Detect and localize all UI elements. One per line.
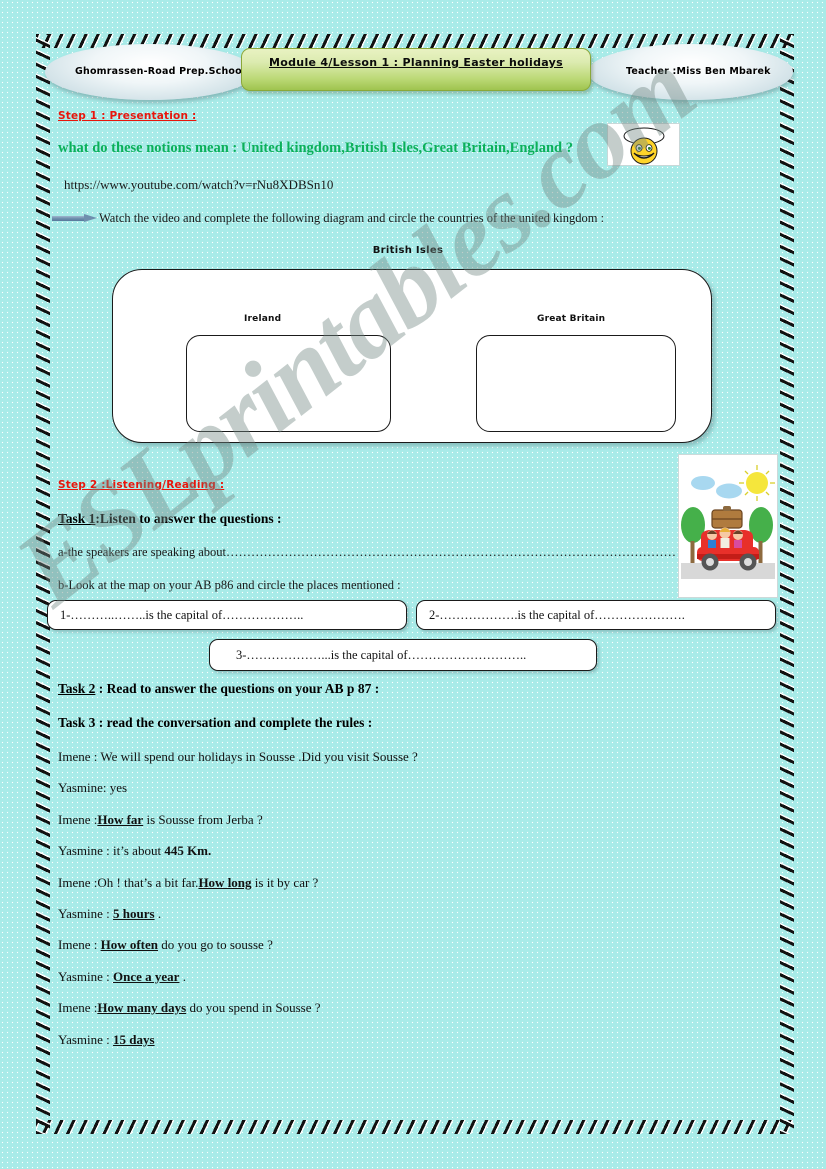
decorative-border-bottom bbox=[36, 1120, 794, 1134]
school-name-text: Ghomrassen-Road Prep.School bbox=[75, 66, 246, 78]
conversation-speaker: Imene : bbox=[58, 874, 98, 890]
capital-answer-text-1: 1-………..……..is the capital of……………….. bbox=[60, 607, 304, 622]
capital-answer-box-3[interactable]: 3-………………...is the capital of……………………….. bbox=[209, 639, 597, 671]
task1-item-b: b-Look at the map on your AB p86 and cir… bbox=[58, 578, 401, 592]
conversation-post-text: is Sousse from Jerba ? bbox=[143, 811, 263, 827]
conversation-speaker: Imene : bbox=[58, 811, 98, 827]
conversation-post-text: do you spend in Sousse ? bbox=[186, 1000, 321, 1016]
conversation-line: Imene :Oh ! that’s a bit far.How long is… bbox=[58, 875, 318, 891]
lesson-title-banner: Module 4/Lesson 1 : Planning Easter holi… bbox=[241, 48, 591, 91]
conversation-line: Yasmine : it’s about 445 Km. bbox=[58, 843, 211, 859]
ireland-label: Ireland bbox=[244, 314, 282, 324]
conversation-key-phrase: 15 days bbox=[113, 1031, 155, 1047]
conversation-speaker: Yasmine : bbox=[58, 1031, 114, 1047]
conversation-key-phrase: How long bbox=[198, 874, 252, 890]
conversation-line: Imene :How many days do you spend in Sou… bbox=[58, 1000, 321, 1016]
conversation-speaker: Yasmine : bbox=[58, 906, 114, 921]
conversation-speaker: Yasmine: bbox=[58, 780, 110, 796]
instruction-row: Watch the video and complete the followi… bbox=[52, 208, 772, 228]
ireland-answer-box[interactable] bbox=[186, 335, 391, 432]
task2-text: : Read to answer the questions on your A… bbox=[95, 681, 380, 696]
step1-question: what do these notions mean : United king… bbox=[58, 140, 573, 156]
teacher-name-text: Teacher :Miss Ben Mbarek bbox=[626, 66, 771, 78]
conversation-key-phrase: How many days bbox=[97, 1000, 187, 1016]
conversation-speaker: Imene : bbox=[58, 749, 101, 764]
conversation-line: Imene :How far is Sousse from Jerba ? bbox=[58, 812, 263, 828]
family-car-holiday-image bbox=[678, 454, 778, 598]
conversation-pre-text: yes bbox=[109, 780, 128, 796]
capital-answer-text-2: 2-……………….is the capital of…………………. bbox=[429, 607, 685, 622]
task3-heading: Task 3 : read the conversation and compl… bbox=[58, 715, 373, 730]
capital-answer-box-1[interactable]: 1-………..……..is the capital of……………….. bbox=[47, 600, 407, 630]
decorative-border-right bbox=[780, 34, 794, 1134]
task1-heading: Task 1:Listen to answer the questions : bbox=[58, 511, 282, 527]
step2-heading: Step 2 :Listening/Reading : bbox=[58, 479, 225, 491]
task1-label: Task 1 bbox=[58, 511, 96, 526]
conversation-pre-text: We will spend our holidays in Sousse .Di… bbox=[100, 749, 418, 764]
capital-answer-text-3: 3-………………...is the capital of……………………….. bbox=[236, 647, 527, 662]
thinking-smiley-icon bbox=[607, 123, 680, 166]
conversation-key-phrase: How often bbox=[100, 937, 159, 953]
conversation-line: Yasmine : Once a year . bbox=[58, 969, 186, 985]
diagram-outer-label-text: British Isles bbox=[372, 245, 444, 256]
diagram-outer-label: British Isles bbox=[0, 240, 826, 258]
school-name-badge: Ghomrassen-Road Prep.School bbox=[45, 44, 255, 100]
conversation-pre-text: it’s about bbox=[113, 843, 165, 859]
conversation-post-text: . bbox=[179, 968, 186, 984]
conversation-line: Yasmine : 15 days bbox=[58, 1032, 155, 1048]
conversation-key-phrase: 5 hours bbox=[113, 906, 155, 921]
teacher-name-badge: Teacher :Miss Ben Mbarek bbox=[588, 44, 793, 100]
conversation-speaker: Yasmine : bbox=[58, 968, 114, 984]
conversation-line: Imene : We will spend our holidays in So… bbox=[58, 749, 418, 765]
conversation-speaker: Imene : bbox=[58, 1000, 98, 1016]
conversation-line: Imene : How often do you go to sousse ? bbox=[58, 937, 273, 953]
conversation-post-text: is it by car ? bbox=[251, 874, 319, 890]
conversation-post-text: 445 Km. bbox=[164, 843, 212, 859]
conversation-key-phrase: How far bbox=[97, 811, 144, 827]
conversation-speaker: Imene : bbox=[58, 937, 101, 953]
task1-item-a: a-the speakers are speaking about…………………… bbox=[58, 545, 676, 559]
great-britain-answer-box[interactable] bbox=[476, 335, 676, 432]
conversation-pre-text: Oh ! that’s a bit far. bbox=[97, 874, 199, 890]
worksheet-page: Ghomrassen-Road Prep.School Module 4/Les… bbox=[0, 0, 826, 1169]
decorative-border-left bbox=[36, 34, 50, 1134]
task1-text: :Listen to answer the questions : bbox=[95, 511, 282, 526]
conversation-speaker: Yasmine : bbox=[58, 843, 114, 859]
conversation-line: Yasmine : 5 hours . bbox=[58, 906, 161, 922]
capital-answer-box-2[interactable]: 2-……………….is the capital of…………………. bbox=[416, 600, 776, 630]
conversation-line: Yasmine: yes bbox=[58, 780, 127, 796]
video-url-text[interactable]: https://www.youtube.com/watch?v=rNu8XDBS… bbox=[64, 177, 333, 193]
lesson-title-text: Module 4/Lesson 1 : Planning Easter holi… bbox=[269, 56, 563, 69]
task2-label: Task 2 bbox=[58, 681, 96, 696]
great-britain-label: Great Britain bbox=[537, 314, 606, 324]
conversation-key-phrase: Once a year bbox=[113, 968, 180, 984]
conversation-post-text: . bbox=[154, 906, 162, 921]
conversation-post-text: do you go to sousse ? bbox=[158, 937, 273, 953]
arrow-right-icon bbox=[52, 213, 98, 223]
task2-heading: Task 2 : Read to answer the questions on… bbox=[58, 681, 379, 697]
step1-instruction: Watch the video and complete the followi… bbox=[99, 210, 605, 225]
step1-heading: Step 1 : Presentation : bbox=[58, 110, 197, 122]
